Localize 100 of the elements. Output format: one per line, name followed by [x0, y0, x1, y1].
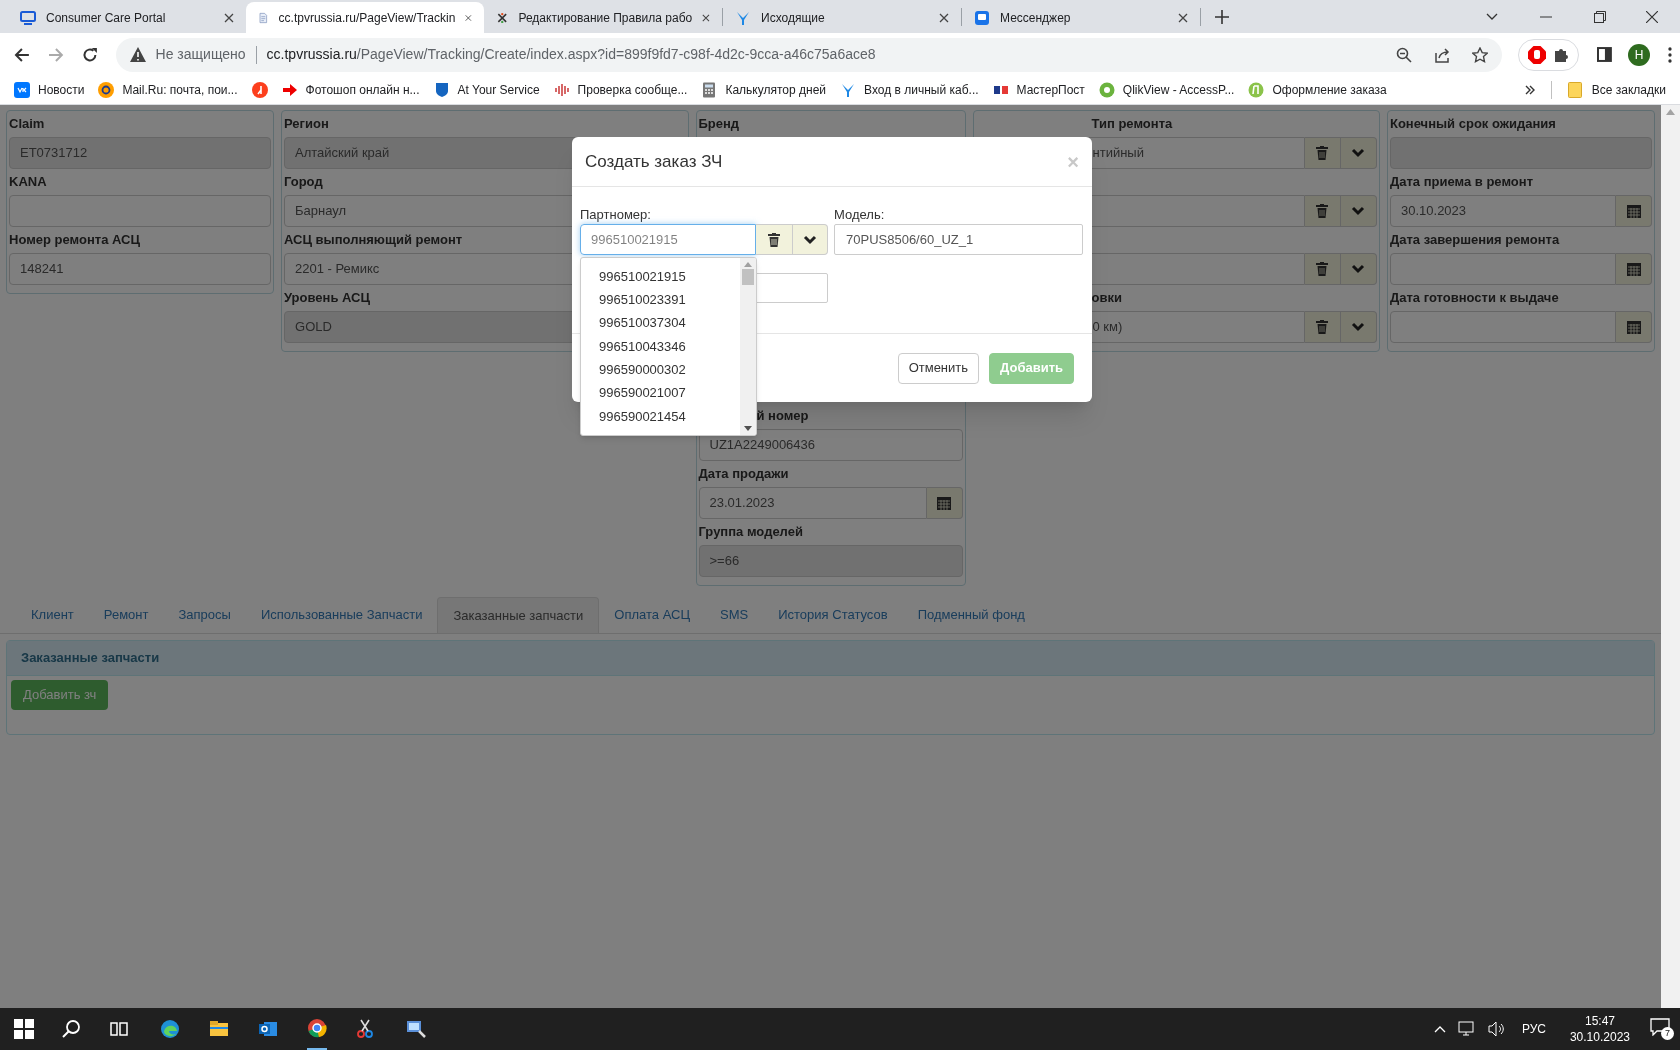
zoom-out-icon[interactable] [1395, 46, 1412, 63]
all-bookmarks[interactable]: Все закладки [1567, 81, 1670, 99]
close-icon[interactable] [224, 12, 234, 23]
calendar-icon [1626, 204, 1641, 218]
windows-icon[interactable] [14, 1019, 34, 1039]
vk-icon [14, 82, 30, 98]
input-field[interactable] [9, 195, 271, 227]
dropdown-button[interactable] [793, 224, 828, 255]
sidebar-icon[interactable] [1597, 47, 1613, 62]
browser-tab[interactable]: Редактирование Правила рабо [484, 2, 722, 33]
bookmark[interactable]: Проверка сообще... [553, 81, 688, 99]
bookmark[interactable] [251, 82, 268, 98]
input-field[interactable]: 23.01.2023 [698, 487, 927, 519]
close-icon[interactable] [939, 12, 949, 23]
input-field[interactable] [1390, 253, 1616, 285]
field-label: Партномер: [580, 206, 652, 224]
back-icon[interactable] [14, 46, 30, 63]
clear-button[interactable] [756, 224, 793, 255]
computer-icon[interactable] [406, 1019, 426, 1039]
mail-icon[interactable] [258, 1019, 278, 1039]
menu-icon[interactable] [1668, 46, 1672, 63]
at-sign-icon [98, 82, 115, 98]
folder-icon[interactable] [209, 1019, 229, 1039]
bookmark[interactable]: Вход в личный каб... [840, 81, 979, 99]
scroll-thumb[interactable] [742, 268, 754, 285]
field-label: Бренд [698, 115, 740, 133]
chevron-down-icon [1351, 148, 1366, 158]
new-tab-icon[interactable] [1215, 10, 1229, 24]
tab-search-icon[interactable] [1486, 12, 1498, 21]
field-label: KANA [9, 173, 47, 191]
close-icon[interactable] [1178, 12, 1188, 23]
warning-icon[interactable] [129, 47, 146, 62]
bookmark[interactable]: Калькулятор дней [701, 81, 827, 99]
bookmark[interactable]: Новости [14, 81, 85, 99]
clock-time[interactable]: 15:47 [1584, 1013, 1615, 1029]
bookmark[interactable]: Фотошоп онлайн н... [281, 81, 420, 99]
search-icon[interactable] [62, 1019, 82, 1039]
cancel-button[interactable]: Отменить [897, 352, 980, 384]
url-text[interactable]: cc.tpvrussia.ru/PageView/Tracking/Create/index.aspx?id=899f9fd7-c98f-4d2c-9cca-a46c75a6ace8 [266, 44, 876, 65]
language-indicator[interactable]: РУС [1521, 1020, 1546, 1038]
dropdown-option[interactable]: 996590021007 [581, 381, 740, 405]
browser-tab[interactable]: Исходящие [723, 2, 961, 33]
calendar-button[interactable] [1616, 253, 1652, 285]
part-number-field[interactable]: 996510021915 [580, 224, 756, 255]
bookmark[interactable]: Оформление заказа [1248, 81, 1387, 99]
input-field[interactable]: UZ1A2249006436 [698, 429, 963, 461]
security-label[interactable]: Не защищено [155, 44, 246, 65]
share-icon[interactable] [1433, 46, 1450, 63]
bookmark[interactable]: At Your Service [433, 81, 540, 99]
chevron-down-icon [803, 234, 817, 245]
chevron-down-icon [1351, 322, 1366, 332]
calendar-button[interactable] [1616, 195, 1652, 227]
task-view-icon[interactable] [109, 1019, 129, 1039]
minimize-icon[interactable] [1540, 15, 1552, 18]
model-field[interactable]: 70PUS8506/60_UZ_1 [834, 224, 1083, 255]
browser-tab[interactable]: Мессенджер [962, 2, 1200, 33]
edge-icon[interactable] [160, 1019, 180, 1039]
close-icon[interactable] [702, 12, 710, 23]
address-bar[interactable]: Не защищено cc.tpvrussia.ru/PageView/Tracking/Create/index.aspx?id=899f9fd7-c98f-4d2c-9cca-a46c75a6ace8 [115, 37, 1502, 72]
bookmark[interactable]: МастерПост [992, 81, 1085, 99]
calendar-button[interactable] [1616, 311, 1652, 343]
dropdown-option[interactable]: 996590000302 [581, 358, 740, 382]
monitor-icon [20, 9, 36, 26]
field-label: Тип ремонта [1091, 115, 1173, 133]
chat-icon [974, 9, 990, 26]
profile-avatar[interactable]: H [1628, 43, 1651, 66]
network-icon[interactable] [1457, 1021, 1476, 1037]
volume-icon[interactable] [1487, 1021, 1506, 1037]
dropdown-option[interactable]: 996590021454 [581, 404, 740, 429]
input-field[interactable]: 30.10.2023 [1390, 195, 1616, 227]
star-icon[interactable] [1471, 46, 1488, 63]
list-scrollbar[interactable] [740, 258, 756, 435]
calendar-icon [1626, 262, 1641, 276]
notifications-icon[interactable] [1650, 1018, 1670, 1036]
browser-tab[interactable]: Consumer Care Portal [8, 2, 246, 33]
calendar-button[interactable] [926, 487, 963, 519]
reload-icon[interactable] [81, 46, 98, 63]
close-icon[interactable] [1646, 10, 1658, 23]
restore-icon[interactable] [1594, 10, 1606, 23]
scissors-icon[interactable] [355, 1019, 375, 1039]
puzzle-icon[interactable] [1552, 46, 1569, 63]
field-label: АСЦ выполняющий ремонт [284, 231, 463, 249]
scroll-down-icon[interactable] [744, 426, 752, 431]
dropdown-option[interactable]: 996510023391 [581, 288, 740, 312]
chrome-icon[interactable] [307, 1018, 327, 1038]
circle-icon [1098, 82, 1115, 98]
folder-icon [1567, 82, 1582, 98]
bookmark[interactable]: QlikView - AccessP... [1098, 81, 1235, 99]
chevron-up-icon[interactable] [1433, 1025, 1446, 1033]
trash-icon [1316, 146, 1329, 160]
field-label: Дата завершения ремонта [1390, 231, 1560, 249]
clock-date[interactable]: 30.10.2023 [1569, 1029, 1630, 1045]
shield-icon [433, 82, 450, 98]
chevrons-icon[interactable] [1524, 85, 1535, 95]
browser-tab[interactable]: cc.tpvrussia.ru/PageView/Trackin [246, 2, 484, 33]
input-field[interactable] [1390, 311, 1616, 343]
bookmark[interactable]: Mail.Ru: почта, пои... [98, 81, 238, 99]
scrollbar[interactable] [1661, 105, 1680, 1008]
input-field[interactable]: 148241 [9, 253, 271, 285]
stop-hand-icon[interactable] [1528, 45, 1547, 64]
